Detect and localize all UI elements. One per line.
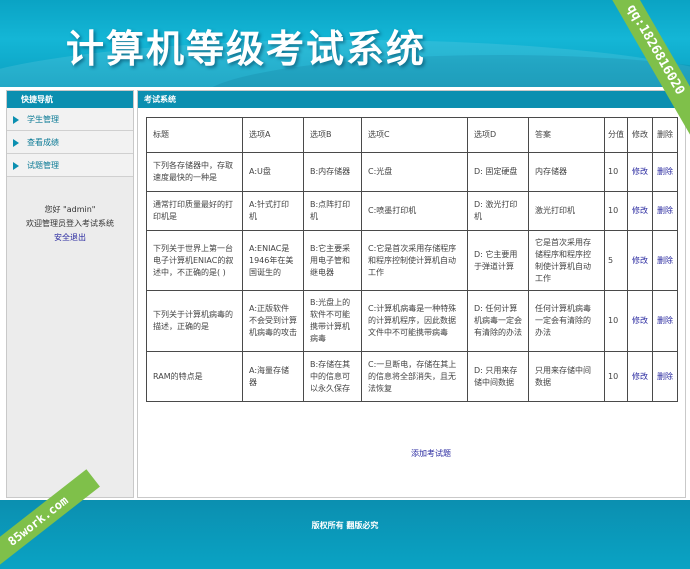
- edit-link[interactable]: 修改: [632, 167, 648, 176]
- cell-delete: 删除: [652, 191, 678, 231]
- cell-option-c: C:光盘: [361, 152, 468, 192]
- column-header-answer: 答案: [528, 117, 605, 153]
- column-header-title: 标题: [146, 117, 243, 153]
- cell-option-b: B:存储在其中的信息可以永久保存: [303, 351, 362, 402]
- cell-option-b: B:光盘上的软件不可能携带计算机病毒: [303, 290, 362, 352]
- welcome-user: 您好 "admin": [44, 205, 96, 214]
- edit-link[interactable]: 修改: [632, 372, 648, 381]
- delete-link[interactable]: 删除: [657, 256, 673, 265]
- cell-option-a: A:U盘: [242, 152, 304, 192]
- cell-edit: 修改: [627, 191, 653, 231]
- edit-link[interactable]: 修改: [632, 256, 648, 265]
- cell-option-c: C:喷墨打印机: [361, 191, 468, 231]
- cell-edit: 修改: [627, 351, 653, 402]
- cell-option-b: B:点阵打印机: [303, 191, 362, 231]
- table-row: 下列关于计算机病毒的描述，正确的是 A:正版软件不会受到计算机病毒的攻击 B:光…: [146, 290, 678, 352]
- cell-title: 下列关于计算机病毒的描述，正确的是: [146, 290, 243, 352]
- cell-option-d: D: 任何计算机病毒一定会有清除的办法: [467, 290, 529, 352]
- column-header-option-b: 选项B: [303, 117, 362, 153]
- cell-option-b: B:它主要采用电子管和继电器: [303, 230, 362, 291]
- cell-delete: 删除: [652, 351, 678, 402]
- cell-option-a: A:海量存储器: [242, 351, 304, 402]
- delete-link[interactable]: 删除: [657, 206, 673, 215]
- table-header-row: 标题 选项A 选项B 选项C 选项D 答案 分值 修改 删除: [146, 117, 678, 153]
- column-header-option-c: 选项C: [361, 117, 468, 153]
- delete-link[interactable]: 删除: [657, 316, 673, 325]
- cell-option-d: D: 只用来存储中间数据: [467, 351, 529, 402]
- main-heading: 考试系统: [138, 91, 685, 108]
- logout-link[interactable]: 安全退出: [54, 231, 86, 245]
- cell-edit: 修改: [627, 230, 653, 291]
- cell-score: 10: [604, 191, 628, 231]
- cell-answer: 只用来存储中间数据: [528, 351, 605, 402]
- cell-option-c: C:计算机病毒是一种特殊的计算机程序，因此数据文件中不可能携带病毒: [361, 290, 468, 352]
- copyright-text: 版权所有 翻版必究: [311, 521, 379, 530]
- sidebar-heading: 快捷导航: [7, 91, 133, 108]
- sidebar-item-label: 学生管理: [27, 115, 59, 124]
- cell-delete: 删除: [652, 230, 678, 291]
- column-header-option-a: 选项A: [242, 117, 304, 153]
- delete-link[interactable]: 删除: [657, 372, 673, 381]
- site-title: 计算机等级考试系统: [66, 27, 427, 71]
- sidebar-item-label: 查看成绩: [27, 138, 59, 147]
- arrow-right-icon: [13, 138, 19, 147]
- cell-score: 10: [604, 152, 628, 192]
- cell-score: 5: [604, 230, 628, 291]
- cell-option-d: D: 它主要用于弹道计算: [467, 230, 529, 291]
- cell-option-a: A:针式打印机: [242, 191, 304, 231]
- cell-option-a: A:正版软件不会受到计算机病毒的攻击: [242, 290, 304, 352]
- table-row: 通常打印质量最好的打印机是 A:针式打印机 B:点阵打印机 C:喷墨打印机 D:…: [146, 191, 678, 231]
- arrow-right-icon: [13, 115, 19, 124]
- table-row: RAM的特点是 A:海量存储器 B:存储在其中的信息可以永久保存 C:一旦断电，…: [146, 351, 678, 402]
- sidebar: 快捷导航 学生管理 查看成绩 试题管理 您好 "admin" 欢迎管理员登入考试…: [6, 90, 134, 498]
- edit-link[interactable]: 修改: [632, 316, 648, 325]
- cell-answer: 它是首次采用存储程序和程序控制使计算机自动工作: [528, 230, 605, 291]
- site-header: 计算机等级考试系统: [0, 0, 690, 87]
- cell-title: 下列关于世界上第一台电子计算机ENIAC的叙述中，不正确的是( ): [146, 230, 243, 291]
- site-footer: 版权所有 翻版必究: [0, 500, 690, 569]
- cell-option-b: B:内存储器: [303, 152, 362, 192]
- add-question-link[interactable]: 添加考试题: [411, 448, 451, 459]
- delete-link[interactable]: 删除: [657, 167, 673, 176]
- column-header-score: 分值: [604, 117, 628, 153]
- cell-edit: 修改: [627, 290, 653, 352]
- cell-option-a: A:ENIAC是1946年在美国诞生的: [242, 230, 304, 291]
- cell-option-c: C:一旦断电，存储在其上的信息将全部消失，且无法恢复: [361, 351, 468, 402]
- cell-title: 下列各存储器中，存取速度最快的一种是: [146, 152, 243, 192]
- cell-answer: 内存储器: [528, 152, 605, 192]
- cell-score: 10: [604, 290, 628, 352]
- cell-option-c: C:它是首次采用存储程序和程序控制使计算机自动工作: [361, 230, 468, 291]
- column-header-edit: 修改: [627, 117, 653, 153]
- question-table: 标题 选项A 选项B 选项C 选项D 答案 分值 修改 删除 下列各存储器中，存…: [146, 117, 678, 402]
- cell-answer: 任何计算机病毒一定会有清除的办法: [528, 290, 605, 352]
- sidebar-item-label: 试题管理: [27, 161, 59, 170]
- column-header-option-d: 选项D: [467, 117, 529, 153]
- cell-delete: 删除: [652, 290, 678, 352]
- edit-link[interactable]: 修改: [632, 206, 648, 215]
- cell-option-d: D: 固定硬盘: [467, 152, 529, 192]
- sidebar-item-question-management[interactable]: 试题管理: [7, 154, 133, 177]
- table-row: 下列关于世界上第一台电子计算机ENIAC的叙述中，不正确的是( ) A:ENIA…: [146, 230, 678, 291]
- cell-title: RAM的特点是: [146, 351, 243, 402]
- cell-delete: 删除: [652, 152, 678, 192]
- sidebar-item-student-management[interactable]: 学生管理: [7, 108, 133, 131]
- welcome-message: 欢迎管理员登入考试系统: [26, 219, 114, 228]
- cell-option-d: D: 激光打印机: [467, 191, 529, 231]
- table-row: 下列各存储器中，存取速度最快的一种是 A:U盘 B:内存储器 C:光盘 D: 固…: [146, 152, 678, 192]
- arrow-right-icon: [13, 161, 19, 170]
- main-panel: 考试系统 标题 选项A 选项B 选项C 选项D 答案 分值 修改 删除 下列各存…: [137, 90, 686, 498]
- cell-title: 通常打印质量最好的打印机是: [146, 191, 243, 231]
- cell-answer: 激光打印机: [528, 191, 605, 231]
- cell-score: 10: [604, 351, 628, 402]
- column-header-delete: 删除: [652, 117, 678, 153]
- cell-edit: 修改: [627, 152, 653, 192]
- welcome-panel: 您好 "admin" 欢迎管理员登入考试系统 安全退出: [7, 203, 133, 245]
- sidebar-item-view-scores[interactable]: 查看成绩: [7, 131, 133, 154]
